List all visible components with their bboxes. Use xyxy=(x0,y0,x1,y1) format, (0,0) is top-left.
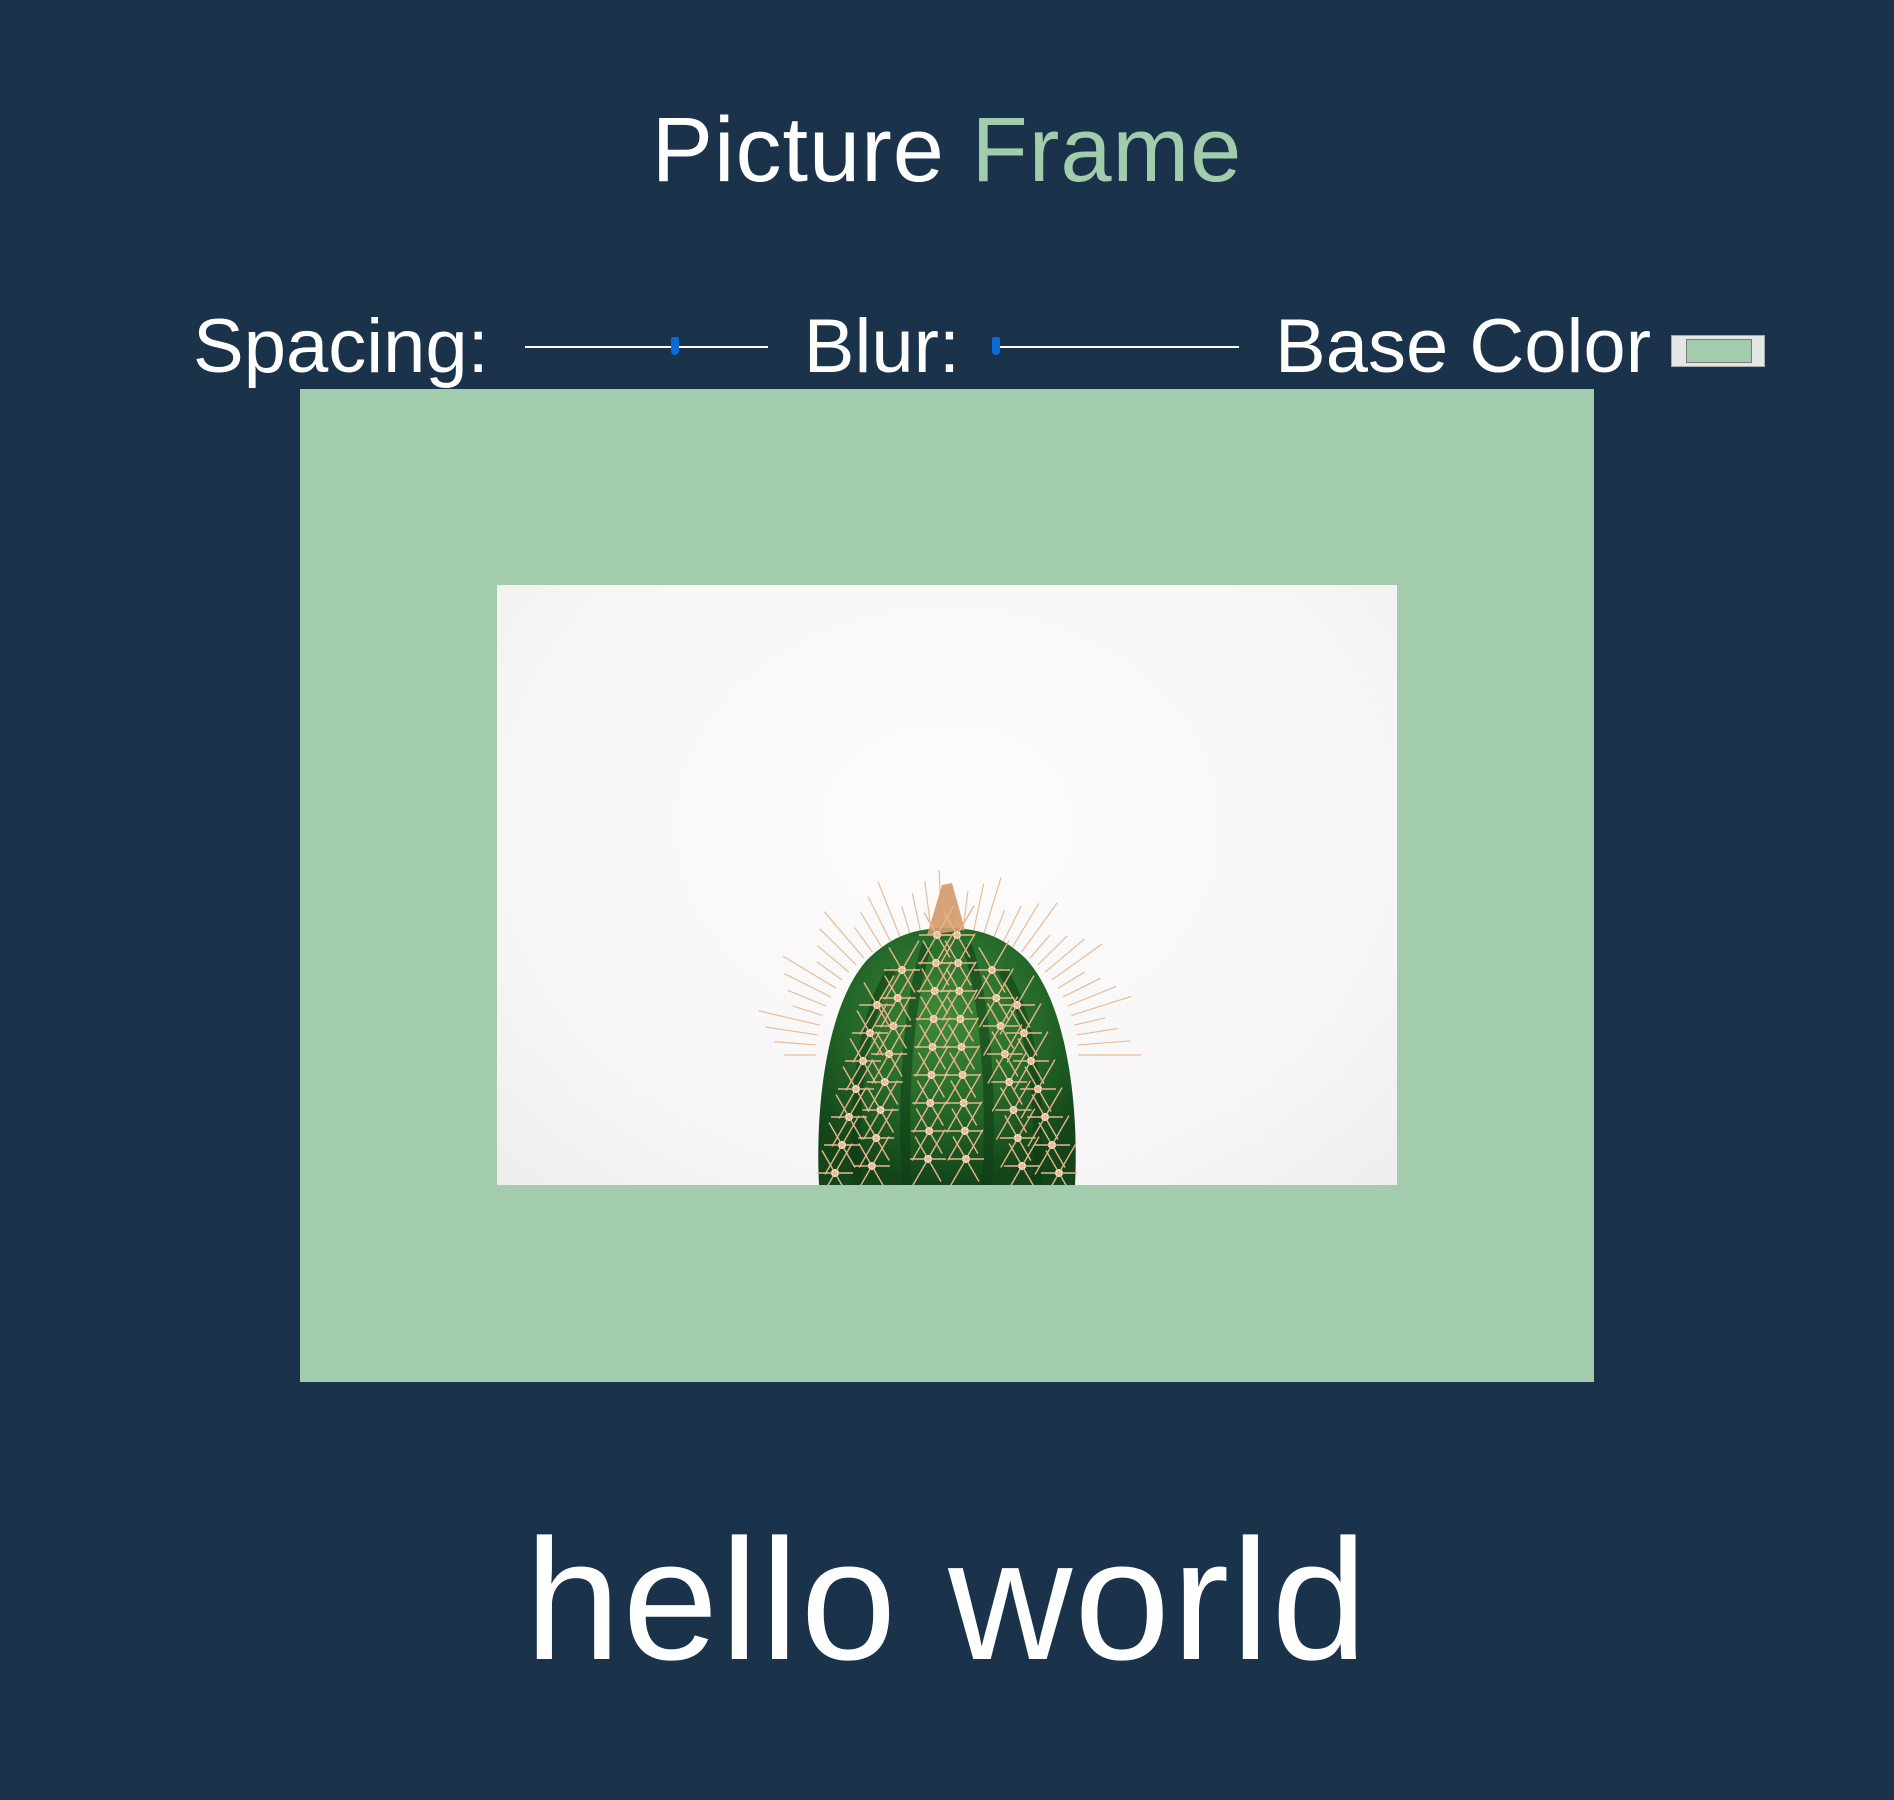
blur-slider-track xyxy=(996,346,1240,348)
base-color-label: Base Color xyxy=(1275,303,1652,389)
title-accent: Frame xyxy=(971,99,1243,201)
blur-slider-thumb[interactable] xyxy=(992,337,1001,355)
picture-frame-page: Picture Frame Spacing: Blur: Base Color xyxy=(0,0,1894,1800)
base-color-picker[interactable] xyxy=(1671,335,1766,367)
spacing-label: Spacing: xyxy=(193,303,489,389)
controls-bar: Spacing: Blur: Base Color xyxy=(193,296,1766,396)
spacing-slider-thumb[interactable] xyxy=(671,337,680,355)
cactus-illustration xyxy=(758,870,1142,1185)
page-title: Picture Frame xyxy=(0,95,1894,205)
spacing-slider[interactable] xyxy=(524,331,768,361)
blur-slider[interactable] xyxy=(992,331,1240,361)
cactus-photo xyxy=(497,585,1397,1185)
picture-frame xyxy=(300,389,1594,1382)
spacing-slider-track xyxy=(524,346,768,348)
footer-message: hello world xyxy=(524,1504,1370,1696)
title-main: Picture xyxy=(651,99,945,201)
base-color-swatch xyxy=(1686,339,1753,363)
blur-label: Blur: xyxy=(803,303,961,389)
